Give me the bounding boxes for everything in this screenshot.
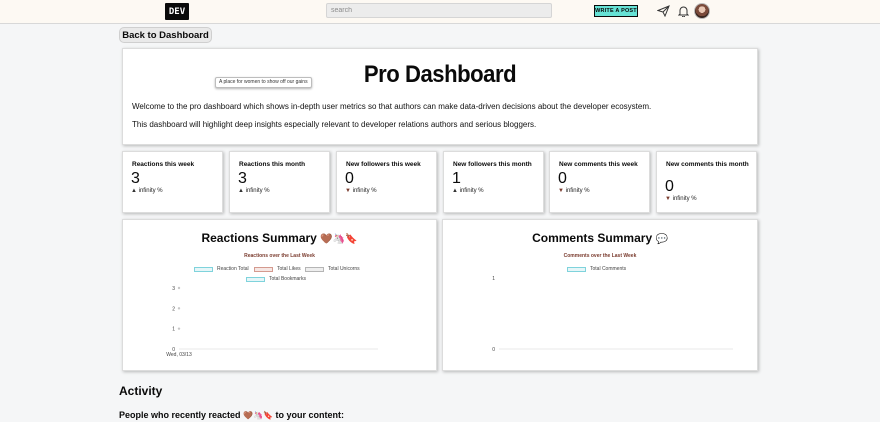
stat-change: ▼ infinity %: [665, 196, 697, 202]
paper-plane-icon[interactable]: [656, 4, 670, 18]
intro-paragraph-2: This dashboard will highlight deep insig…: [132, 120, 537, 129]
y-tick-label: 1: [172, 327, 175, 333]
stat-change: ▲ infinity %: [452, 188, 484, 194]
reactions-summary-card: Reactions Summary 🤎🦄🔖 Reactions over the…: [122, 219, 437, 371]
avatar[interactable]: [694, 3, 710, 19]
stat-label: Reactions this month: [239, 161, 306, 168]
down-arrow-icon: ▼: [345, 188, 351, 194]
up-arrow-icon: ▲: [238, 188, 244, 194]
axis-marker: [177, 327, 181, 330]
comments-line-chart: 01: [492, 276, 733, 353]
stat-label: New comments this month: [666, 161, 749, 168]
bell-icon[interactable]: [676, 4, 690, 18]
stat-change: ▲ infinity %: [131, 188, 163, 194]
stat-label: New comments this week: [559, 161, 638, 168]
stat-value: 0: [558, 170, 567, 187]
pro-dashboard-intro-card: Pro Dashboard A place for women to show …: [122, 48, 758, 145]
y-tick-label: 0: [492, 347, 495, 353]
y-tick-label: 3: [172, 286, 175, 292]
top-nav-bar: DEV WRITE A POST: [0, 0, 880, 24]
tooltip: A place for women to show off our gains: [215, 77, 312, 88]
activity-heading: Activity: [119, 384, 163, 398]
stat-value: 3: [131, 170, 140, 187]
stat-label: Reactions this week: [132, 161, 195, 168]
stat-change: ▼ infinity %: [345, 188, 377, 194]
intro-paragraph-1: Welcome to the pro dashboard which shows…: [132, 102, 652, 111]
down-arrow-icon: ▼: [558, 188, 564, 194]
up-arrow-icon: ▲: [452, 188, 458, 194]
stat-value: 1: [452, 170, 461, 187]
reactions-line-chart: 0123Wed, 03/13: [166, 286, 378, 358]
axis-marker: [177, 307, 181, 310]
stat-label: New followers this week: [346, 161, 421, 168]
stat-label: New followers this month: [453, 161, 532, 168]
x-tick-label: Wed, 03/13: [166, 352, 192, 358]
y-tick-label: 1: [492, 276, 495, 282]
stat-card-followers-month: New followers this month 1 ▲ infinity %: [443, 151, 544, 213]
stat-card-followers-week: New followers this week 0 ▼ infinity %: [336, 151, 437, 213]
stat-value: 3: [238, 170, 247, 187]
down-arrow-icon: ▼: [665, 196, 671, 202]
stat-change: ▲ infinity %: [238, 188, 270, 194]
stat-card-reactions-week: Reactions this week 3 ▲ infinity %: [122, 151, 223, 213]
write-post-button[interactable]: WRITE A POST: [594, 5, 638, 17]
stat-value: 0: [665, 178, 674, 195]
stat-change: ▼ infinity %: [558, 188, 590, 194]
activity-subheading: People who recently reacted 🤎🦄🔖 to your …: [119, 410, 344, 420]
y-tick-label: 2: [172, 306, 175, 312]
search-input[interactable]: [326, 3, 552, 18]
reaction-emoji-icons: 🤎🦄🔖: [243, 411, 273, 420]
stat-card-comments-week: New comments this week 0 ▼ infinity %: [549, 151, 650, 213]
stat-card-reactions-month: Reactions this month 3 ▲ infinity %: [229, 151, 330, 213]
dev-logo[interactable]: DEV: [165, 3, 189, 20]
axis-marker: [177, 286, 181, 290]
comments-summary-card: Comments Summary 💬 Comments over the Las…: [442, 219, 758, 371]
stat-value: 0: [345, 170, 354, 187]
stat-card-comments-month: New comments this month 0 ▼ infinity %: [656, 151, 757, 213]
up-arrow-icon: ▲: [131, 188, 137, 194]
back-to-dashboard-button[interactable]: Back to Dashboard: [119, 27, 212, 43]
